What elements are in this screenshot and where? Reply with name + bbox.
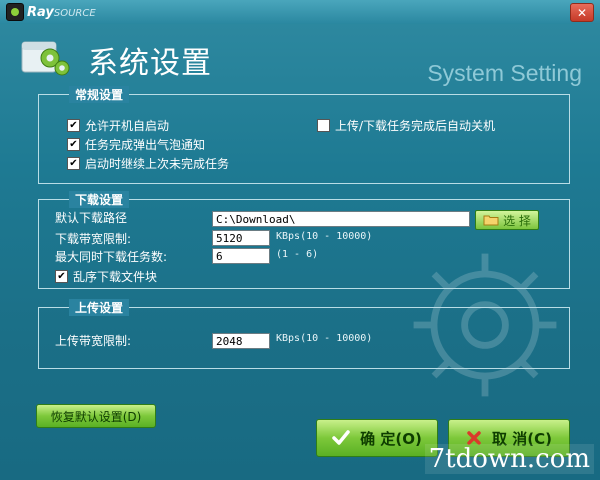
bubble-notify-label: 任务完成弹出气泡通知 [85,138,206,152]
app-logo: RaySOURCE [6,3,96,21]
auto-shutdown-label: 上传/下载任务完成后自动关机 [335,119,496,133]
download-bandwidth-label: 下载带宽限制: [55,232,132,246]
ok-button-label: 确 定(O) [360,429,422,448]
download-settings-legend: 下载设置 [69,191,130,208]
download-bandwidth-hint: KBps(10 - 10000) [276,231,373,242]
checkmark-icon: ✔ [67,138,80,151]
download-path-input[interactable]: C:\Download\ [212,211,470,227]
page-subtitle: System Setting [427,60,582,86]
max-tasks-label: 最大同时下载任务数: [55,250,168,264]
general-settings-legend: 常规设置 [69,86,130,103]
general-settings-group: 常规设置 ✔ 允许开机自启动 ✔ 任务完成弹出气泡通知 ✔ 启动时继续上次未完成… [38,86,570,184]
max-tasks-input[interactable]: 6 [212,248,270,264]
page-title: 系统设置 [88,46,212,81]
title-bar: RaySOURCE ✕ [0,0,600,24]
upload-bandwidth-hint: KBps(10 - 10000) [276,333,373,344]
site-watermark: 7tdown.com [424,444,594,474]
bubble-notify-checkbox[interactable]: ✔ 任务完成弹出气泡通知 [67,136,205,153]
autostart-checkbox[interactable]: ✔ 允许开机自启动 [67,117,169,134]
restore-defaults-button[interactable]: 恢复默认设置(D) [36,404,156,428]
resume-tasks-label: 启动时继续上次未完成任务 [85,157,230,171]
resume-tasks-checkbox[interactable]: ✔ 启动时继续上次未完成任务 [67,155,229,172]
download-bandwidth-input[interactable]: 5120 [212,230,270,246]
auto-shutdown-checkbox[interactable]: 上传/下载任务完成后自动关机 [317,117,495,134]
checkmark-icon: ✔ [55,270,68,283]
select-path-label: 选 择 [503,213,531,228]
checkmark-icon: ✔ [67,157,80,170]
checkmark-icon [332,430,350,445]
select-path-button[interactable]: 选 择 [475,210,539,230]
raysource-logo-icon [6,3,24,21]
upload-settings-legend: 上传设置 [69,299,130,316]
autostart-label: 允许开机自启动 [85,119,170,133]
restore-defaults-label: 恢复默认设置(D) [50,409,142,424]
checkmark-icon: ✔ [67,119,80,132]
max-tasks-hint: (1 - 6) [276,249,319,260]
checkbox-box [317,119,330,132]
upload-bandwidth-input[interactable]: 2048 [212,333,270,349]
random-block-label: 乱序下载文件块 [73,270,158,284]
settings-gear-icon [21,41,70,76]
close-button[interactable]: ✕ [570,3,594,22]
download-path-label: 默认下载路径 [55,211,128,225]
folder-icon [483,215,499,226]
ok-button[interactable]: 确 定(O) [316,419,438,457]
random-block-checkbox[interactable]: ✔ 乱序下载文件块 [55,268,157,285]
app-brand: RaySOURCE [27,4,96,20]
upload-bandwidth-label: 上传带宽限制: [55,334,132,348]
